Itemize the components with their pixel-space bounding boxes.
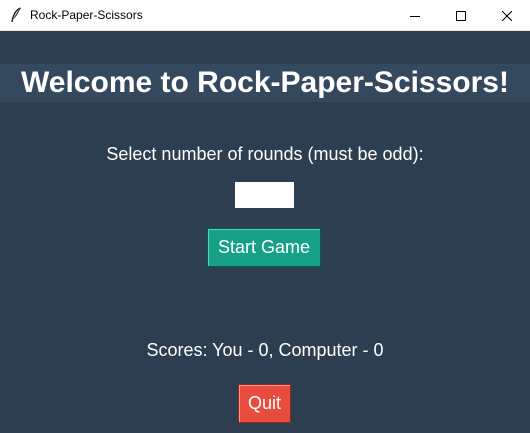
rounds-prompt-label: Select number of rounds (must be odd): [106, 144, 424, 164]
minimize-button[interactable] [392, 0, 438, 31]
start-game-button[interactable]: Start Game [207, 228, 321, 267]
window-title: Rock-Paper-Scissors [30, 8, 143, 22]
maximize-icon [456, 10, 466, 21]
feather-icon [11, 7, 21, 23]
quit-button[interactable]: Quit [238, 384, 291, 423]
app-window: Rock-Paper-Scissors Welcome to Rock-Pape… [0, 0, 530, 433]
rounds-input[interactable] [235, 182, 294, 208]
welcome-heading: Welcome to Rock-Paper-Scissors! [21, 66, 509, 99]
maximize-button[interactable] [438, 0, 484, 31]
close-icon [502, 10, 512, 21]
scores-label: Scores: You - 0, Computer - 0 [146, 340, 384, 360]
minimize-icon [410, 15, 420, 17]
close-button[interactable] [484, 0, 530, 31]
title-bar[interactable]: Rock-Paper-Scissors [0, 0, 530, 31]
